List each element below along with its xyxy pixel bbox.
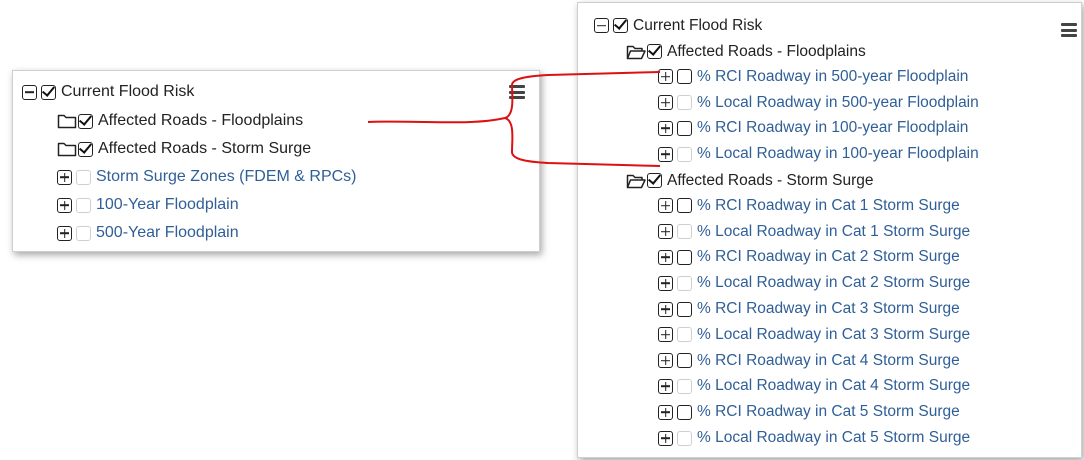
- sublayer-label[interactable]: % Local Roadway in 100-year Floodplain: [697, 145, 979, 163]
- sublayer-checkbox[interactable]: [677, 353, 692, 369]
- expand-icon[interactable]: [57, 225, 72, 241]
- sublayer-checkbox[interactable]: [677, 301, 692, 317]
- group-checkbox-storm-surge[interactable]: [647, 173, 662, 189]
- group-label-storm-surge: Affected Roads - Storm Surge: [667, 171, 874, 189]
- sublayer-checkbox[interactable]: [677, 378, 692, 394]
- sublayer-label[interactable]: % RCI Roadway in 100-year Floodplain: [697, 119, 968, 137]
- sublayer-label[interactable]: % RCI Roadway in Cat 2 Storm Surge: [697, 248, 960, 266]
- sublayer-row: % RCI Roadway in Cat 5 Storm Surge: [658, 399, 960, 425]
- sublayer-checkbox[interactable]: [677, 404, 692, 420]
- sublayer-row: % RCI Roadway in Cat 1 Storm Surge: [658, 193, 960, 219]
- sublayer-row: % RCI Roadway in 500-year Floodplain: [658, 64, 968, 90]
- expand-icon[interactable]: [57, 169, 72, 185]
- layer-checkbox[interactable]: [76, 225, 91, 241]
- layer-checkbox[interactable]: [76, 169, 91, 185]
- sublayer-label[interactable]: % RCI Roadway in Cat 3 Storm Surge: [697, 300, 960, 318]
- hamburger-menu-icon[interactable]: [1061, 23, 1077, 37]
- sublayer-label[interactable]: % Local Roadway in Cat 3 Storm Surge: [697, 326, 970, 344]
- expand-icon[interactable]: [658, 120, 673, 136]
- layer-row-500-year: 500-Year Floodplain: [57, 220, 239, 246]
- group-checkbox-floodplains[interactable]: [647, 44, 662, 60]
- expand-icon[interactable]: [658, 430, 673, 446]
- collapse-icon[interactable]: [594, 18, 609, 34]
- expand-icon[interactable]: [658, 249, 673, 265]
- sublayer-row: % Local Roadway in Cat 2 Storm Surge: [658, 270, 970, 296]
- sublayer-row: % Local Roadway in Cat 4 Storm Surge: [658, 374, 970, 400]
- expand-icon[interactable]: [658, 69, 673, 85]
- sublayer-row: % Local Roadway in Cat 3 Storm Surge: [658, 322, 970, 348]
- group-row-storm-surge: Affected Roads - Storm Surge: [57, 136, 311, 162]
- expand-icon[interactable]: [658, 275, 673, 291]
- sublayer-checkbox[interactable]: [677, 146, 692, 162]
- sublayer-row: % RCI Roadway in 100-year Floodplain: [658, 116, 968, 142]
- sublayer-label[interactable]: % Local Roadway in Cat 1 Storm Surge: [697, 223, 970, 241]
- sublayer-checkbox[interactable]: [677, 249, 692, 265]
- sublayer-checkbox[interactable]: [677, 198, 692, 214]
- layer-row-100-year: 100-Year Floodplain: [57, 192, 239, 218]
- group-row-floodplains: Affected Roads - Floodplains: [57, 108, 303, 134]
- expand-icon[interactable]: [658, 327, 673, 343]
- sublayer-label[interactable]: % Local Roadway in 500-year Floodplain: [697, 94, 979, 112]
- sublayer-label[interactable]: % RCI Roadway in Cat 4 Storm Surge: [697, 352, 960, 370]
- sublayer-label[interactable]: % RCI Roadway in 500-year Floodplain: [697, 68, 968, 86]
- group-label-floodplains: Affected Roads - Floodplains: [98, 112, 304, 129]
- sublayer-checkbox[interactable]: [677, 430, 692, 446]
- group-checkbox-floodplains[interactable]: [78, 113, 93, 129]
- sublayer-label[interactable]: % Local Roadway in Cat 2 Storm Surge: [697, 274, 970, 292]
- layer-checkbox[interactable]: [76, 197, 91, 213]
- sublayer-checkbox[interactable]: [677, 120, 692, 136]
- root-layer-row: Current Flood Risk: [22, 79, 194, 105]
- group-row-storm-surge: Affected Roads - Storm Surge: [626, 168, 873, 194]
- group-label-storm-surge: Affected Roads - Storm Surge: [98, 140, 312, 157]
- folder-icon[interactable]: [57, 141, 77, 157]
- sublayer-row: % Local Roadway in 500-year Floodplain: [658, 90, 979, 116]
- expand-icon[interactable]: [658, 301, 673, 317]
- sublayer-row: % RCI Roadway in Cat 2 Storm Surge: [658, 245, 960, 271]
- expand-icon[interactable]: [658, 353, 673, 369]
- layer-label[interactable]: 100-Year Floodplain: [96, 196, 239, 214]
- sublayer-row: % Local Roadway in Cat 5 Storm Surge: [658, 425, 970, 451]
- root-layer-checkbox[interactable]: [41, 84, 56, 100]
- sublayer-checkbox[interactable]: [677, 69, 692, 85]
- root-layer-row: Current Flood Risk: [594, 13, 762, 39]
- layer-row-storm-surge-zones: Storm Surge Zones (FDEM & RPCs): [57, 164, 357, 190]
- sublayer-checkbox[interactable]: [677, 327, 692, 343]
- sublayer-label[interactable]: % Local Roadway in Cat 5 Storm Surge: [697, 429, 970, 447]
- folder-open-icon[interactable]: [626, 173, 646, 189]
- expand-icon[interactable]: [658, 198, 673, 214]
- sublayer-row: % RCI Roadway in Cat 3 Storm Surge: [658, 296, 960, 322]
- expand-icon[interactable]: [658, 224, 673, 240]
- layer-list-panel-collapsed: Current Flood Risk Affected Roads - Floo…: [12, 70, 540, 252]
- layer-list-panel-expanded: Current Flood Risk Affected Roads - Floo…: [577, 2, 1082, 458]
- expand-icon[interactable]: [658, 146, 673, 162]
- sublayer-row: % Local Roadway in 100-year Floodplain: [658, 141, 979, 167]
- expand-icon[interactable]: [57, 197, 72, 213]
- root-layer-label: Current Flood Risk: [61, 83, 195, 100]
- sublayer-label[interactable]: % RCI Roadway in Cat 1 Storm Surge: [697, 197, 960, 215]
- sublayer-checkbox[interactable]: [677, 224, 692, 240]
- folder-icon[interactable]: [57, 113, 77, 129]
- sublayer-row: % Local Roadway in Cat 1 Storm Surge: [658, 219, 970, 245]
- group-row-floodplains: Affected Roads - Floodplains: [626, 39, 866, 65]
- sublayer-label[interactable]: % RCI Roadway in Cat 5 Storm Surge: [697, 403, 960, 421]
- folder-open-icon[interactable]: [626, 44, 646, 60]
- root-layer-label: Current Flood Risk: [633, 16, 763, 34]
- sublayer-checkbox[interactable]: [677, 95, 692, 111]
- expand-icon[interactable]: [658, 95, 673, 111]
- expand-icon[interactable]: [658, 378, 673, 394]
- group-checkbox-storm-surge[interactable]: [78, 141, 93, 157]
- sublayer-row: % RCI Roadway in Cat 4 Storm Surge: [658, 348, 960, 374]
- sublayer-checkbox[interactable]: [677, 275, 692, 291]
- root-layer-checkbox[interactable]: [613, 18, 628, 34]
- layer-label[interactable]: 500-Year Floodplain: [96, 224, 239, 242]
- sublayer-label[interactable]: % Local Roadway in Cat 4 Storm Surge: [697, 377, 970, 395]
- expand-icon[interactable]: [658, 404, 673, 420]
- layer-label[interactable]: Storm Surge Zones (FDEM & RPCs): [96, 168, 357, 186]
- collapse-icon[interactable]: [22, 84, 37, 100]
- group-label-floodplains: Affected Roads - Floodplains: [667, 42, 866, 60]
- hamburger-menu-icon[interactable]: [509, 85, 525, 99]
